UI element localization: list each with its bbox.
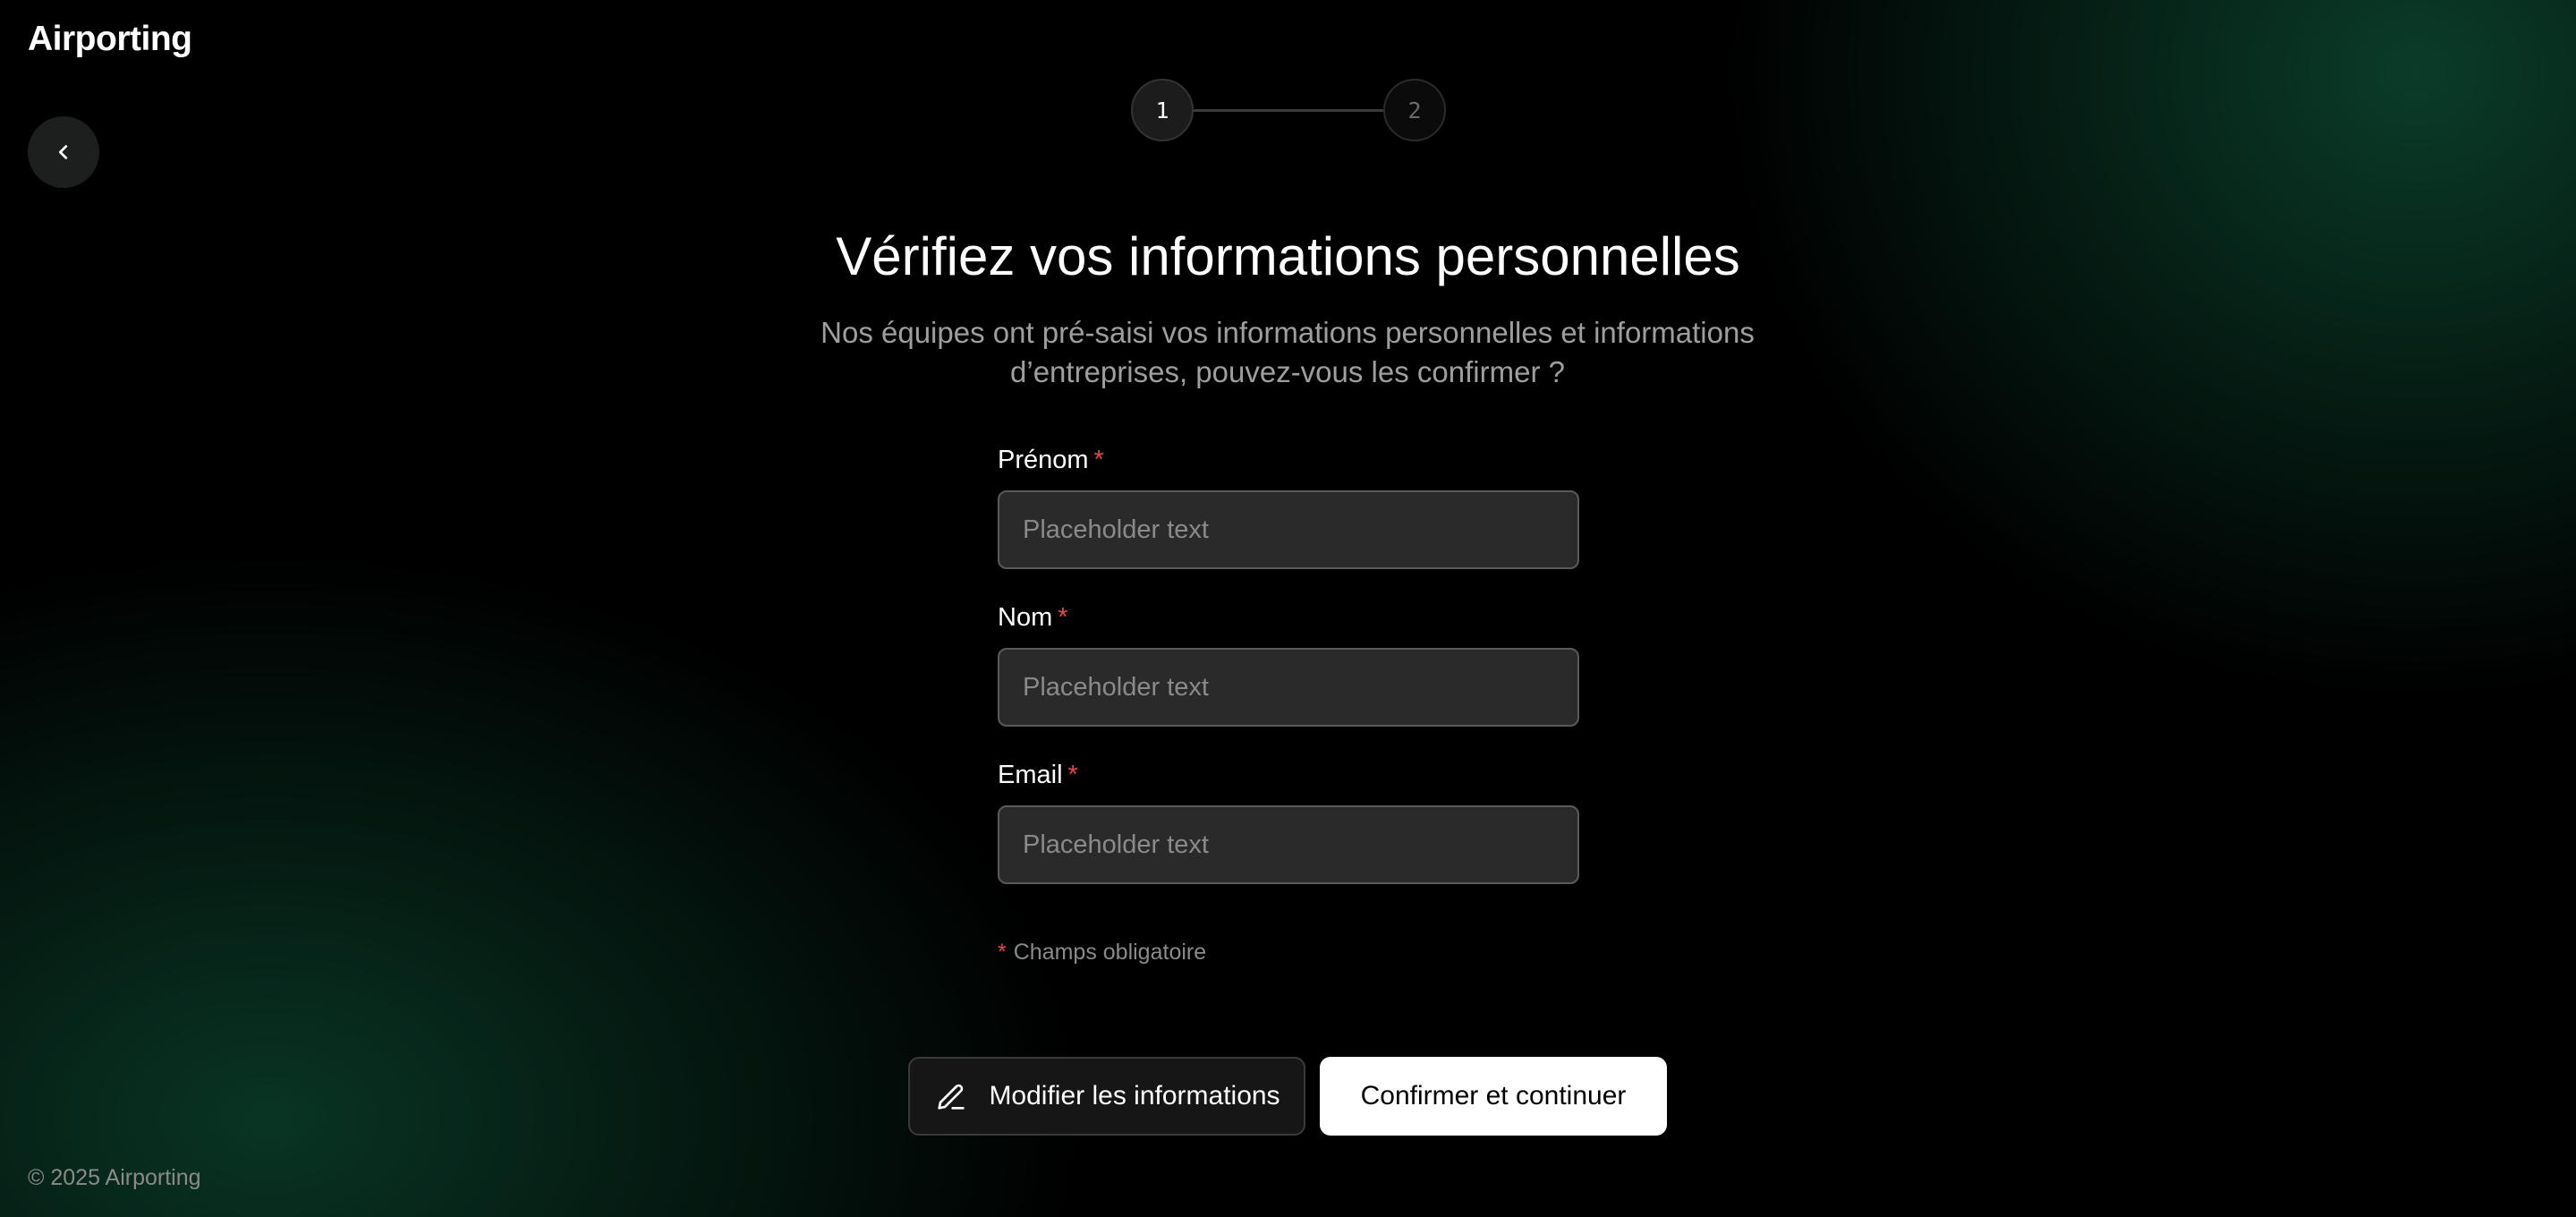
back-button[interactable] [28, 116, 99, 188]
email-label: Email * [998, 761, 1579, 791]
page-title: Vérifiez vos informations personnelles [836, 226, 1740, 286]
last-name-label-text: Nom [998, 603, 1053, 632]
footer-copyright: © 2025 Airporting [28, 1165, 201, 1190]
required-note-asterisk: * [998, 940, 1007, 965]
last-name-label: Nom * [998, 603, 1579, 634]
edit-info-button[interactable]: Modifier les informations [908, 1057, 1305, 1136]
first-name-field-group: Prénom * [998, 446, 1579, 569]
confirm-continue-button[interactable]: Confirmer et continuer [1320, 1057, 1667, 1136]
confirm-continue-button-label: Confirmer et continuer [1360, 1081, 1627, 1111]
first-name-label: Prénom * [998, 446, 1579, 476]
pencil-icon [938, 1084, 965, 1110]
progress-stepper: 1 2 [1131, 79, 1446, 141]
step-1-indicator: 1 [1131, 79, 1194, 141]
last-name-input[interactable] [998, 648, 1579, 727]
edit-info-button-label: Modifier les informations [989, 1081, 1280, 1111]
required-asterisk: * [1067, 761, 1078, 789]
subtitle-line-1: Nos équipes ont pré-saisi vos informatio… [820, 316, 1755, 349]
first-name-input[interactable] [998, 490, 1579, 569]
step-2-indicator: 2 [1383, 79, 1446, 141]
personal-info-form: Prénom* Nom* Email* [998, 446, 1579, 918]
required-asterisk: * [1058, 603, 1068, 632]
email-label-text: Email [998, 761, 1063, 789]
form-actions: Modifier les informations Confirmer et c… [908, 1057, 1667, 1136]
email-field-group: Email * [998, 761, 1579, 884]
email-input[interactable] [998, 805, 1579, 884]
subtitle-line-2: d’entreprises, pouvez-vous les confirmer… [1010, 355, 1565, 388]
app-logo[interactable]: Airporting [28, 20, 192, 59]
required-asterisk: * [1093, 446, 1104, 474]
first-name-label-text: Prénom [998, 446, 1089, 474]
required-fields-note: * Champs obligatoire [998, 940, 1206, 966]
last-name-field-group: Nom * [998, 603, 1579, 727]
chevron-left-icon [58, 145, 68, 159]
stepper-connector [1194, 109, 1383, 112]
required-note-text: Champs obligatoire [1013, 940, 1207, 965]
page-subtitle: Nos équipes ont pré-saisi vos informatio… [795, 313, 1780, 392]
